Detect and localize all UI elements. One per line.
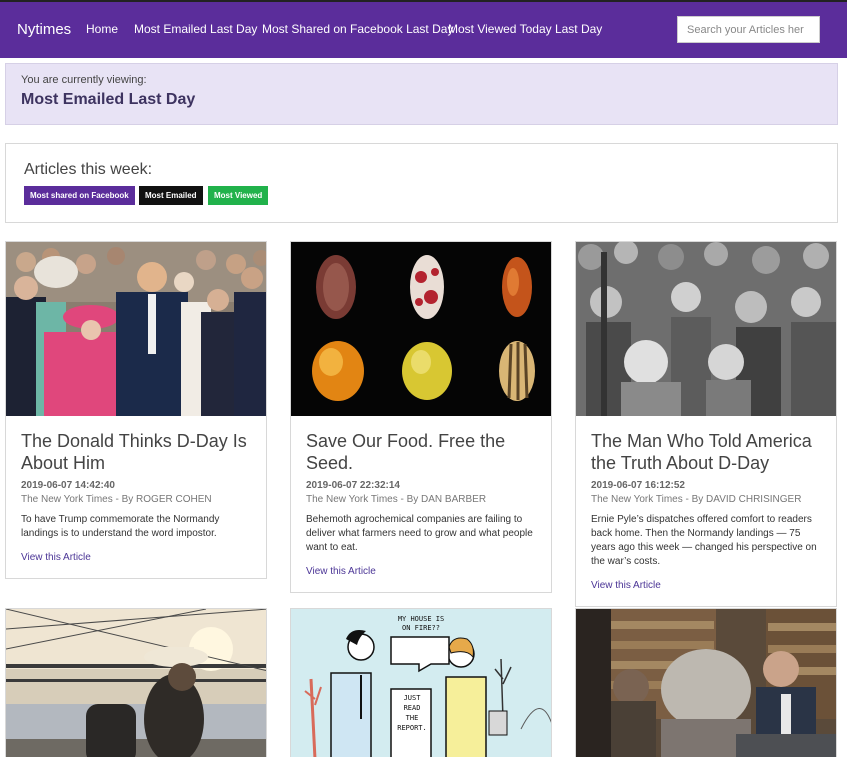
article-card: The Donald Thinks D-Day Is About Him 201… (5, 241, 267, 579)
speech-bubble-bottom: JUST READ THE REPORT. (397, 694, 427, 732)
article-byline: The New York Times - By DAN BARBER (306, 494, 487, 505)
article-date: 2019-06-07 14:42:40 (21, 480, 115, 491)
article-abstract: Ernie Pyle’s dispatches offered comfort … (591, 514, 817, 567)
article-image[interactable] (6, 242, 266, 416)
article-abstract: Behemoth agrochemical companies are fail… (306, 514, 533, 553)
nav-most-viewed[interactable]: Most Viewed Today Last Day (448, 22, 602, 36)
current-view-title: Most Emailed Last Day (21, 91, 196, 108)
current-view-panel: You are currently viewing: Most Emailed … (5, 63, 838, 125)
navbar: Nytimes Home Most Emailed Last Day Most … (0, 2, 847, 58)
article-byline: The New York Times - By DAVID CHRISINGER (591, 494, 802, 505)
speech-bubble-top: MY HOUSE IS ON FIRE?? (397, 615, 445, 632)
article-card (5, 608, 267, 757)
article-byline: The New York Times - By ROGER COHEN (21, 494, 212, 505)
tag-most-shared-facebook[interactable]: Most shared on Facebook (24, 186, 135, 205)
current-view-label: You are currently viewing: (21, 74, 147, 86)
view-article-link[interactable]: View this Article (306, 566, 376, 577)
article-image[interactable] (6, 609, 266, 757)
article-card: The Man Who Told America the Truth About… (575, 241, 837, 607)
article-card (575, 608, 837, 757)
article-card: Save Our Food. Free the Seed. 2019-06-07… (290, 241, 552, 593)
article-date: 2019-06-07 16:12:52 (591, 480, 685, 491)
nav-most-emailed[interactable]: Most Emailed Last Day (134, 22, 257, 36)
article-image[interactable] (576, 609, 836, 757)
tag-most-viewed[interactable]: Most Viewed (208, 186, 269, 205)
article-image[interactable]: MY HOUSE IS ON FIRE?? JUST READ THE REPO… (291, 609, 551, 757)
articles-this-week-panel: Articles this week: Most shared on Faceb… (5, 143, 838, 223)
view-article-link[interactable]: View this Article (21, 552, 91, 563)
article-abstract: To have Trump commemorate the Normandy l… (21, 514, 220, 539)
article-date: 2019-06-07 22:32:14 (306, 480, 400, 491)
nav-home[interactable]: Home (86, 22, 118, 36)
articles-this-week-title: Articles this week: (24, 161, 153, 178)
brand-logo[interactable]: Nytimes (17, 21, 71, 38)
tag-most-emailed[interactable]: Most Emailed (139, 186, 203, 205)
article-title: The Donald Thinks D-Day Is About Him (21, 431, 247, 473)
search-input[interactable] (677, 16, 820, 43)
article-card: MY HOUSE IS ON FIRE?? JUST READ THE REPO… (290, 608, 552, 757)
article-title: The Man Who Told America the Truth About… (591, 431, 812, 473)
view-article-link[interactable]: View this Article (591, 580, 661, 591)
nav-most-shared-facebook[interactable]: Most Shared on Facebook Last Day (262, 22, 453, 36)
article-image[interactable] (576, 242, 836, 416)
article-title: Save Our Food. Free the Seed. (306, 431, 506, 473)
article-image[interactable] (291, 242, 551, 416)
